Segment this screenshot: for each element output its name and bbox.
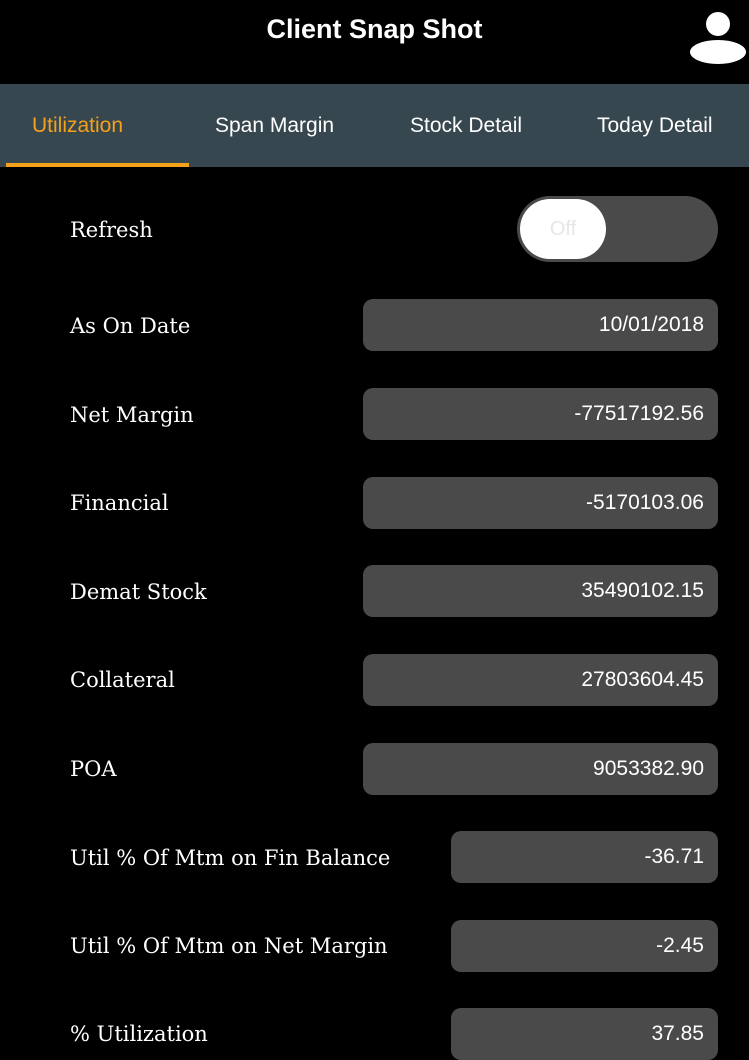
refresh-toggle[interactable]: Off xyxy=(517,196,718,262)
demat-stock-field[interactable]: 35490102.15 xyxy=(363,565,718,617)
as-on-date-label: As On Date xyxy=(70,314,191,338)
refresh-toggle-knob: Off xyxy=(520,199,606,259)
tab-bar: Utilization Span Margin Stock Detail Tod… xyxy=(0,84,749,167)
as-on-date-field[interactable]: 10/01/2018 xyxy=(363,299,718,351)
tab-span-margin[interactable]: Span Margin xyxy=(215,84,334,167)
collateral-label: Collateral xyxy=(70,668,175,692)
collateral-field[interactable]: 27803604.45 xyxy=(363,654,718,706)
user-icon[interactable] xyxy=(690,10,746,64)
util-fin-balance-label: Util % Of Mtm on Fin Balance xyxy=(70,846,391,870)
financial-field[interactable]: -5170103.06 xyxy=(363,477,718,529)
app-header: Client Snap Shot xyxy=(0,0,749,84)
active-tab-indicator xyxy=(6,163,189,167)
refresh-label: Refresh xyxy=(70,218,153,242)
percent-utilization-field[interactable]: 37.85 xyxy=(451,1008,718,1060)
percent-utilization-label: % Utilization xyxy=(70,1022,208,1046)
net-margin-field[interactable]: -77517192.56 xyxy=(363,388,718,440)
net-margin-label: Net Margin xyxy=(70,403,194,427)
poa-field[interactable]: 9053382.90 xyxy=(363,743,718,795)
tab-today-detail[interactable]: Today Detail xyxy=(597,84,713,167)
demat-stock-label: Demat Stock xyxy=(70,580,207,604)
tab-utilization[interactable]: Utilization xyxy=(32,84,123,167)
poa-label: POA xyxy=(70,757,117,781)
page-title: Client Snap Shot xyxy=(266,14,483,44)
tab-stock-detail[interactable]: Stock Detail xyxy=(410,84,522,167)
util-net-margin-field[interactable]: -2.45 xyxy=(451,920,718,972)
financial-label: Financial xyxy=(70,491,169,515)
util-fin-balance-field[interactable]: -36.71 xyxy=(451,831,718,883)
util-net-margin-label: Util % Of Mtm on Net Margin xyxy=(70,934,388,958)
